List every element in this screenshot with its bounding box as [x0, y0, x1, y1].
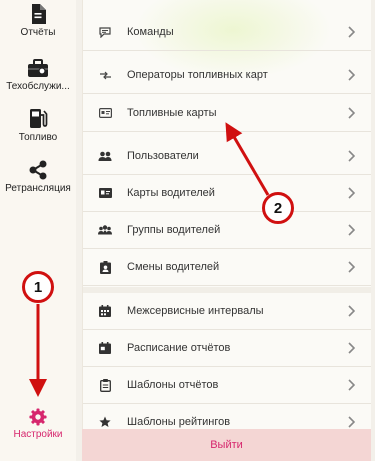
menu-item-fuel-cards[interactable]: Топливные карты	[83, 95, 371, 132]
menu-item-label: Операторы топливных карт	[127, 69, 268, 81]
settings-menu: Команды Операторы топливных карт Топливн…	[82, 0, 371, 461]
sidebar-item-maintenance[interactable]: Техобслужи...	[0, 59, 76, 92]
toolbox-icon	[28, 59, 48, 77]
users-icon	[98, 151, 112, 161]
menu-item-label: Карты водителей	[127, 187, 215, 199]
star-icon	[99, 416, 111, 427]
menu-item-commands[interactable]: Команды	[83, 14, 371, 51]
chevron-right-icon	[348, 187, 355, 199]
clipboard-icon	[99, 378, 111, 392]
menu-item-users[interactable]: Пользователи	[83, 138, 371, 175]
annotation-badge-1: 1	[22, 271, 54, 303]
chevron-right-icon	[348, 107, 355, 119]
menu-item-label: Группы водителей	[127, 224, 221, 236]
chevron-right-icon	[348, 379, 355, 391]
menu-item-label: Шаблоны рейтингов	[127, 416, 231, 428]
gear-icon	[29, 408, 47, 426]
arrows-icon	[99, 71, 111, 79]
calendar-icon	[99, 305, 111, 317]
annotation-badge-2: 2	[262, 192, 294, 224]
menu-item-report-templates[interactable]: Шаблоны отчётов	[83, 367, 371, 404]
menu-item-label: Пользователи	[127, 150, 199, 162]
sidebar-item-reports[interactable]: Отчёты	[0, 4, 76, 38]
sidebar-item-label: Отчёты	[20, 27, 56, 38]
sidebar: Отчёты Техобслужи... Топливо Ретрансляци…	[0, 0, 76, 461]
chevron-right-icon	[348, 150, 355, 162]
badge-icon	[99, 260, 111, 274]
sidebar-item-label: Ретрансляция	[5, 183, 71, 194]
menu-item-service-intervals[interactable]: Межсервисные интервалы	[83, 293, 371, 330]
schedule-icon	[99, 342, 111, 354]
logout-button[interactable]: Выйти	[82, 429, 371, 461]
chevron-right-icon	[348, 224, 355, 236]
chevron-right-icon	[348, 342, 355, 354]
menu-item-label: Команды	[127, 26, 174, 38]
card-icon	[98, 108, 112, 118]
chevron-right-icon	[348, 26, 355, 38]
document-icon	[32, 4, 46, 24]
chevron-right-icon	[348, 416, 355, 428]
menu-item-fuel-card-operators[interactable]: Операторы топливных карт	[83, 57, 371, 94]
sidebar-item-label: Топливо	[18, 132, 58, 143]
sidebar-item-settings[interactable]: Настройки	[0, 408, 76, 440]
sidebar-item-label: Настройки	[13, 429, 63, 440]
fuel-pump-icon	[30, 109, 48, 128]
id-card-icon	[98, 188, 112, 198]
menu-item-driver-groups[interactable]: Группы водителей	[83, 212, 371, 249]
chevron-right-icon	[348, 305, 355, 317]
group-icon	[98, 225, 112, 235]
menu-item-label: Расписание отчётов	[127, 342, 231, 354]
menu-item-label: Топливные карты	[127, 107, 217, 119]
menu-item-report-schedule[interactable]: Расписание отчётов	[83, 330, 371, 367]
sidebar-item-fuel[interactable]: Топливо	[0, 108, 76, 143]
menu-item-label: Межсервисные интервалы	[127, 305, 264, 317]
sidebar-item-label: Техобслужи...	[6, 81, 70, 92]
chevron-right-icon	[348, 261, 355, 273]
menu-item-label: Шаблоны отчётов	[127, 379, 219, 391]
sidebar-item-retranslation[interactable]: Ретрансляция	[0, 160, 76, 194]
share-icon	[29, 160, 47, 180]
menu-item-driver-cards[interactable]: Карты водителей	[83, 175, 371, 212]
menu-item-label: Смены водителей	[127, 261, 220, 273]
chevron-right-icon	[348, 69, 355, 81]
chat-icon	[99, 26, 111, 38]
menu-item-driver-shifts[interactable]: Смены водителей	[83, 249, 371, 286]
